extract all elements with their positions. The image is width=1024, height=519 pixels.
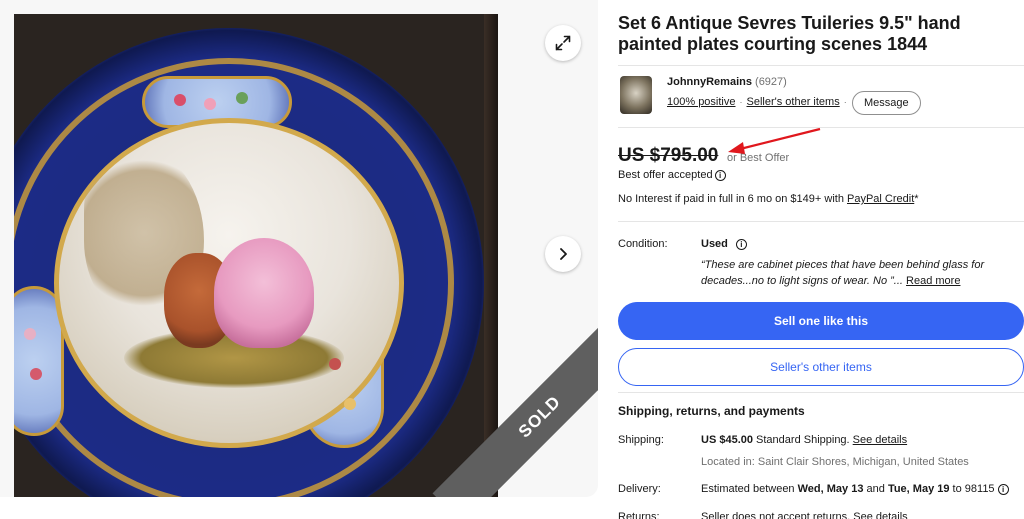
condition-value-row: Used i <box>701 238 747 250</box>
credit-text: No Interest if paid in full in 6 mo on $… <box>618 193 847 205</box>
delivery-value: Estimated between Wed, May 13 and Tue, M… <box>701 483 1009 495</box>
seller-feedback-count: (6927) <box>755 76 787 88</box>
separator: · <box>739 97 743 107</box>
credit-suffix: * <box>914 193 919 205</box>
shipping-label: Shipping: <box>618 434 664 446</box>
delivery-and: and <box>866 483 885 495</box>
price: US $795.00 <box>618 145 719 166</box>
next-image-button[interactable] <box>545 236 581 272</box>
seller-avatar[interactable] <box>620 76 652 114</box>
seller-other-items-link[interactable]: Seller's other items <box>747 96 840 108</box>
shipping-value: US $45.00 Standard Shipping. See details <box>701 434 907 446</box>
returns-value: Seller does not accept returns. See deta… <box>701 511 908 519</box>
info-icon[interactable]: i <box>714 169 726 181</box>
returns-see-details-link[interactable]: See details <box>853 511 907 519</box>
seller-name[interactable]: JohnnyRemains <box>667 76 752 88</box>
chevron-right-icon <box>560 248 567 260</box>
seller-name-row[interactable]: JohnnyRemains (6927) <box>667 76 787 88</box>
delivery-end: Tue, May 19 <box>887 483 950 495</box>
item-location: Located in: Saint Clair Shores, Michigan… <box>701 456 969 468</box>
separator: · <box>843 97 847 107</box>
returns-text: Seller does not accept returns. <box>701 511 854 519</box>
shipping-price: US $45.00 <box>701 434 753 446</box>
info-icon[interactable]: i <box>997 483 1009 495</box>
seller-links: 100% positive · Seller's other items · <box>667 96 851 108</box>
image-gallery: SOLD <box>0 0 598 497</box>
sellers-other-items-button[interactable]: Seller's other items <box>618 348 1024 386</box>
delivery-prefix: Estimated between <box>701 483 795 495</box>
delivery-label: Delivery: <box>618 483 661 495</box>
divider <box>618 392 1024 393</box>
plate-image <box>14 28 484 497</box>
listing-title: Set 6 Antique Sevres Tuileries 9.5" hand… <box>618 13 961 54</box>
shipping-heading: Shipping, returns, and payments <box>618 404 805 418</box>
sold-label: SOLD <box>514 391 565 442</box>
credit-offer: No Interest if paid in full in 6 mo on $… <box>618 193 919 205</box>
expand-icon <box>555 35 571 51</box>
arrow-annotation <box>728 127 821 154</box>
seller-positive-link[interactable]: 100% positive <box>667 96 736 108</box>
offer-accepted-text: Best offer accepted <box>618 169 713 181</box>
expand-image-button[interactable] <box>545 25 581 61</box>
divider <box>618 221 1024 222</box>
delivery-suffix: to 98115 <box>952 483 995 495</box>
sell-one-like-this-button[interactable]: Sell one like this <box>618 302 1024 340</box>
divider <box>618 65 1024 66</box>
condition-label: Condition: <box>618 238 668 250</box>
read-more-link[interactable]: Read more <box>906 275 960 287</box>
returns-label: Returns: <box>618 511 660 519</box>
paypal-credit-link[interactable]: PayPal Credit <box>847 193 914 205</box>
shipping-method: Standard Shipping. <box>752 434 853 446</box>
shipping-see-details-link[interactable]: See details <box>853 434 907 446</box>
offer-accepted-row: Best offer accepted i <box>618 169 726 181</box>
condition-description: “These are cabinet pieces that have been… <box>701 257 1021 289</box>
message-seller-button[interactable]: Message <box>852 91 921 115</box>
info-icon[interactable]: i <box>735 238 747 250</box>
delivery-start: Wed, May 13 <box>797 483 864 495</box>
listing-info-panel: Set 6 Antique Sevres Tuileries 9.5" hand… <box>618 0 1024 519</box>
condition-value: Used <box>701 238 728 250</box>
main-product-image[interactable] <box>14 14 498 497</box>
